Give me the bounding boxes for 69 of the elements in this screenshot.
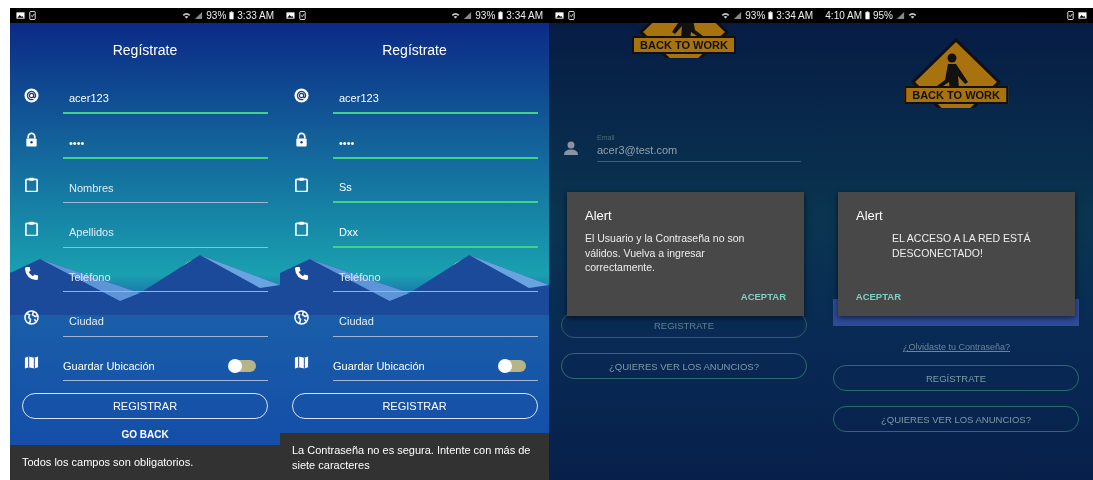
sign-plate-text: BACK TO WORK [904, 86, 1008, 104]
picture-icon [16, 11, 25, 20]
clipboard-icon [24, 176, 39, 192]
battery-icon [864, 11, 870, 20]
picture-icon [555, 11, 564, 20]
input-field[interactable]: acer123 [63, 84, 268, 115]
phone-icon [28, 11, 37, 20]
dialog-title: Alert [585, 208, 613, 223]
input-field[interactable]: Apellidos [63, 217, 268, 248]
toggle-label: Guardar Ubicación [333, 359, 426, 372]
input-field[interactable]: Ciudad [63, 306, 268, 337]
picture-icon [1078, 11, 1087, 20]
accept-button[interactable]: ACEPTAR [854, 289, 904, 304]
phone-handset-icon [24, 265, 39, 281]
screen-title: Regístrate [112, 41, 178, 60]
dialog-message: El Usuario y la Contraseña no son válidos. Vuelva a ingresar correctamente. [585, 231, 746, 276]
battery-icon [768, 11, 774, 20]
battery-percent: 93% [745, 10, 766, 21]
signal-icon [733, 11, 743, 20]
input-field[interactable]: Ss [333, 173, 538, 204]
battery-icon [498, 11, 504, 20]
picture-icon [286, 11, 295, 20]
phone-icon [298, 11, 307, 20]
toggle-label: Guardar Ubicación [63, 359, 156, 372]
lock-icon [24, 132, 39, 148]
input-field[interactable]: •••• [333, 128, 538, 159]
signal-icon [895, 11, 905, 20]
snackbar-message: Todos los campos son obligatorios. [10, 445, 280, 480]
wifi-icon [451, 11, 461, 20]
map-icon [294, 354, 309, 370]
status-time: 3:34 AM [506, 10, 543, 21]
wifi-icon [721, 11, 731, 20]
go-back-button[interactable]: GO BACK [117, 426, 173, 442]
sign-plate-text: BACK TO WORK [632, 36, 736, 54]
wifi-icon [907, 11, 917, 20]
battery-percent: 93% [475, 10, 496, 21]
clipboard-icon [294, 176, 309, 192]
input-field[interactable]: Nombres [63, 173, 268, 204]
input-field[interactable]: •••• [63, 128, 268, 159]
at-sign-icon [24, 87, 39, 103]
snackbar-message: La Contraseña no es segura. Intente con más de siete caracteres [280, 433, 549, 480]
screen-title: Regístrate [382, 41, 447, 60]
input-field[interactable]: acer123 [333, 84, 538, 115]
phone-handset-icon [294, 265, 309, 281]
signal-icon [194, 11, 204, 20]
accept-button[interactable]: ACEPTAR [738, 289, 788, 304]
clipboard-icon [294, 221, 309, 237]
dialog-message: EL ACCESO A LA RED ESTÁ DESCONECTADO! [892, 231, 1032, 261]
lock-icon [294, 132, 309, 148]
dialog-title: Alert [856, 208, 884, 223]
wifi-icon [182, 11, 192, 20]
input-field[interactable]: Dxx [333, 217, 538, 248]
phone-icon [567, 11, 576, 20]
map-icon [24, 354, 39, 370]
phone-icon [1066, 11, 1075, 20]
clipboard-icon [24, 221, 39, 237]
globe-icon [294, 310, 309, 326]
forgot-password-link[interactable]: ¿Olvidaste tu Contraseña? [896, 341, 1016, 353]
signal-icon [463, 11, 473, 20]
input-field[interactable]: Ciudad [333, 306, 538, 337]
battery-icon [229, 11, 235, 20]
status-time: 3:33 AM [237, 10, 274, 21]
at-sign-icon [294, 87, 309, 103]
battery-percent: 95% [872, 10, 893, 21]
status-time: 3:34 AM [776, 10, 813, 21]
status-time: 4:10 AM [825, 10, 862, 21]
person-icon [563, 140, 579, 156]
globe-icon [24, 310, 39, 326]
battery-percent: 93% [206, 10, 227, 21]
